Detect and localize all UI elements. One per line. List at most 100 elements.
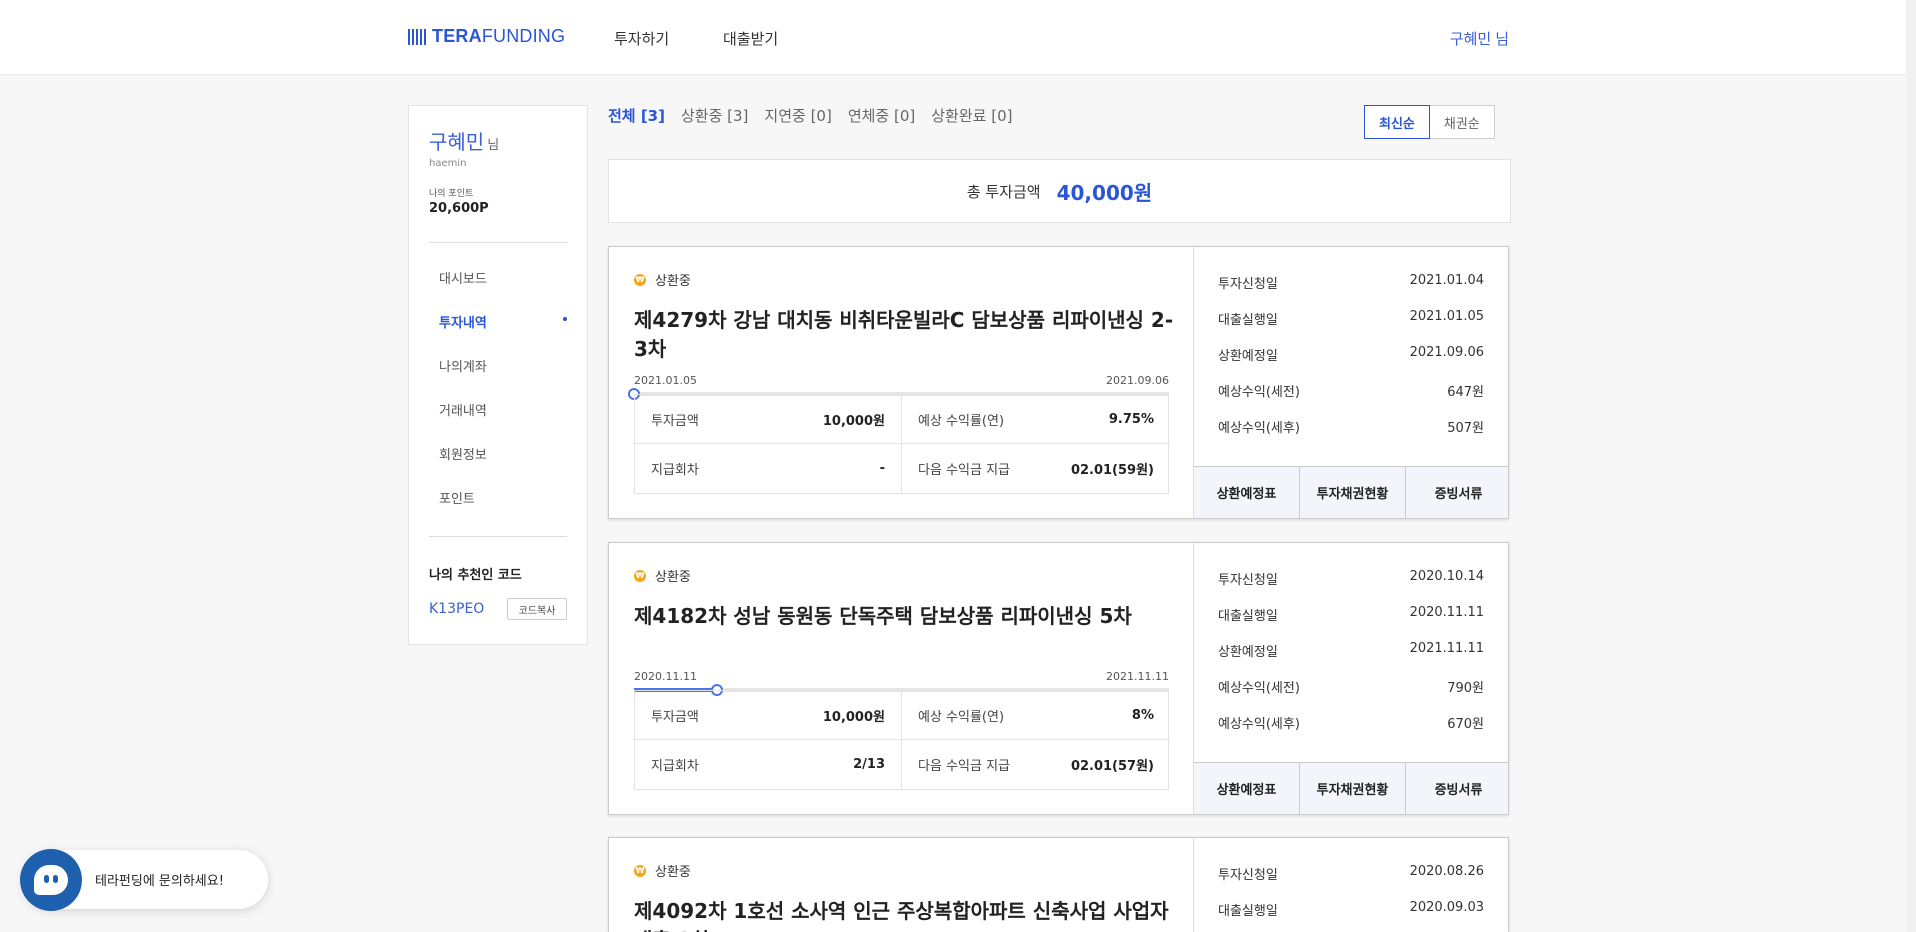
detail-row: 상환예정일 2021.09.06 — [1218, 345, 1484, 364]
detail-row: 대출실행일 2020.09.03 — [1218, 900, 1484, 919]
status-text: 상환중 — [655, 570, 691, 585]
documents-button[interactable]: 증빙서류 — [1406, 763, 1508, 814]
chat-widget[interactable]: 테라펀딩에 문의하세요! — [20, 848, 268, 911]
info-label: 예상 수익률(연) — [918, 709, 1005, 725]
detail-row: 예상수익(세후) 670원 — [1218, 713, 1484, 732]
info-value: 2/13 — [853, 757, 885, 772]
chat-prompt-text: 테라펀딩에 문의하세요! — [95, 874, 224, 889]
logo-brand-text: TERA — [432, 26, 482, 46]
info-label: 다음 수익금 지급 — [918, 759, 1010, 774]
sidebar-divider — [429, 242, 567, 243]
detail-label: 투자신청일 — [1218, 868, 1278, 883]
sidebar-item-dashboard[interactable]: 대시보드 — [439, 268, 487, 287]
info-cell: 예상 수익률(연) 8% — [902, 691, 1170, 740]
filter-overdue[interactable]: 연체중 [0] — [848, 105, 915, 126]
filter-completed[interactable]: 상환완료 [0] — [931, 105, 1012, 126]
info-label: 지급회차 — [651, 463, 699, 478]
filter-delayed[interactable]: 지연중 [0] — [764, 105, 831, 126]
sidebar-item-member-info[interactable]: 회원정보 — [439, 444, 487, 463]
sidebar-item-points[interactable]: 포인트 — [439, 488, 475, 507]
detail-label: 상환예정일 — [1218, 349, 1278, 364]
page-scrollbar[interactable] — [1906, 0, 1916, 932]
detail-value: 670원 — [1447, 717, 1484, 732]
product-title[interactable]: 제4182차 성남 동원동 단독주택 담보상품 리파이낸싱 5차 — [634, 602, 1174, 631]
detail-value: 2021.01.05 — [1409, 309, 1484, 324]
detail-row: 투자신청일 2020.10.14 — [1218, 569, 1484, 588]
detail-label: 대출실행일 — [1218, 313, 1278, 328]
investment-info-grid: 투자금액 10,000원 예상 수익률(연) 9.75% 지급회차 - 다음 수익금 … — [634, 394, 1170, 494]
sidebar-user-id: haemin — [429, 158, 467, 169]
info-value: 8% — [1131, 707, 1154, 723]
detail-value: 2020.09.03 — [1409, 900, 1484, 915]
investment-card-details: 투자신청일 2020.10.14 대출실행일 2020.11.11 상환예정일 202… — [1193, 543, 1508, 814]
logo-building-icon — [408, 28, 426, 45]
card-action-buttons: 상환예정표 투자채권현황 증빙서류 — [1194, 466, 1508, 518]
investment-info-grid: 투자금액 10,000원 예상 수익률(연) 8% 지급회차 2/13 다음 수익금 … — [634, 690, 1170, 790]
info-cell: 다음 수익금 지급 02.01(57원) — [902, 740, 1170, 789]
detail-label: 예상수익(세전) — [1218, 681, 1300, 696]
filter-repaying[interactable]: 상환중 [3] — [681, 105, 748, 126]
point-label: 나의 포인트 — [429, 189, 474, 199]
info-label: 다음 수익금 지급 — [918, 463, 1010, 478]
documents-button[interactable]: 증빙서류 — [1406, 467, 1508, 518]
bond-status-button[interactable]: 투자채권현황 — [1300, 467, 1406, 518]
total-investment-value: 40,000원 — [1056, 180, 1153, 205]
user-menu[interactable]: 구혜민 님 — [1450, 28, 1509, 49]
investment-card: ₩ 상환중 제4182차 성남 동원동 단독주택 담보상품 리파이낸싱 5차 20… — [608, 542, 1509, 815]
product-title[interactable]: 제4092차 1호선 소사역 인근 주상복합아파트 신축사업 사업자대출 2차 — [634, 897, 1174, 932]
repayment-schedule-button[interactable]: 상환예정표 — [1194, 467, 1300, 518]
info-label: 지급회차 — [651, 759, 699, 774]
total-investment-label: 총 투자금액 — [966, 182, 1041, 201]
detail-label: 대출실행일 — [1218, 609, 1278, 624]
sidebar-item-investments[interactable]: 투자내역 — [439, 312, 487, 331]
sidebar-name-suffix: 님 — [487, 138, 500, 153]
info-cell: 지급회차 - — [635, 444, 902, 493]
detail-label: 예상수익(세후) — [1218, 717, 1300, 732]
start-date: 2021.01.05 — [634, 374, 697, 387]
logo-suffix-text: FUNDING — [481, 26, 566, 46]
user-name: 구혜민 — [1449, 30, 1492, 48]
info-label: 투자금액 — [651, 709, 699, 725]
product-title[interactable]: 제4279차 강남 대치동 비취타운빌라C 담보상품 리파이낸싱 2-3차 — [634, 306, 1174, 364]
status-badge: ₩ 상환중 — [634, 861, 691, 880]
investment-card-details: 투자신청일 2020.08.26 대출실행일 2020.09.03 — [1193, 838, 1508, 932]
filter-all[interactable]: 전체 [3] — [608, 105, 665, 126]
detail-label: 예상수익(세전) — [1218, 385, 1300, 400]
chat-face-icon — [34, 864, 68, 895]
bond-status-button[interactable]: 투자채권현황 — [1300, 763, 1406, 814]
terafunding-logo[interactable]: TERA FUNDING — [408, 26, 565, 47]
detail-value: 2021.09.06 — [1409, 345, 1484, 360]
sidebar-item-my-account[interactable]: 나의계좌 — [439, 356, 487, 375]
detail-row: 투자신청일 2020.08.26 — [1218, 864, 1484, 883]
detail-value: 2020.11.11 — [1409, 605, 1484, 620]
detail-row: 상환예정일 2021.11.11 — [1218, 641, 1484, 660]
status-text: 상환중 — [655, 865, 691, 880]
detail-label: 대출실행일 — [1218, 904, 1278, 919]
chat-bot-icon[interactable] — [20, 848, 82, 911]
copy-code-button[interactable]: 코드복사 — [507, 598, 567, 620]
point-value: 20,600P — [429, 201, 489, 216]
investment-card: ₩ 상환중 제4279차 강남 대치동 비취타운빌라C 담보상품 리파이낸싱 2-… — [608, 246, 1509, 519]
info-value: 10,000원 — [822, 709, 885, 725]
top-navigation-bar: TERA FUNDING 투자하기 대출받기 구혜민 님 — [0, 0, 1916, 75]
sidebar-item-transactions[interactable]: 거래내역 — [439, 400, 487, 419]
nav-invest[interactable]: 투자하기 — [614, 28, 669, 49]
info-label: 예상 수익률(연) — [918, 413, 1005, 429]
detail-row: 대출실행일 2021.01.05 — [1218, 309, 1484, 328]
detail-label: 상환예정일 — [1218, 645, 1278, 660]
active-indicator-dot — [563, 317, 567, 321]
sidebar-name-text: 구혜민 — [429, 130, 485, 154]
sort-bond-button[interactable]: 채권순 — [1429, 105, 1495, 139]
referral-code: K13PEO — [429, 601, 485, 617]
nav-loan[interactable]: 대출받기 — [723, 28, 778, 49]
referral-code-title: 나의 추천인 코드 — [429, 568, 522, 583]
detail-value: 2020.10.14 — [1409, 569, 1484, 584]
status-badge: ₩ 상환중 — [634, 566, 691, 585]
sort-latest-button[interactable]: 최신순 — [1364, 105, 1430, 139]
detail-row: 예상수익(세전) 790원 — [1218, 677, 1484, 696]
detail-value: 2020.08.26 — [1409, 864, 1484, 879]
repayment-schedule-button[interactable]: 상환예정표 — [1194, 763, 1300, 814]
detail-row: 대출실행일 2020.11.11 — [1218, 605, 1484, 624]
end-date: 2021.11.11 — [1106, 670, 1169, 683]
detail-value: 2021.11.11 — [1409, 641, 1484, 656]
